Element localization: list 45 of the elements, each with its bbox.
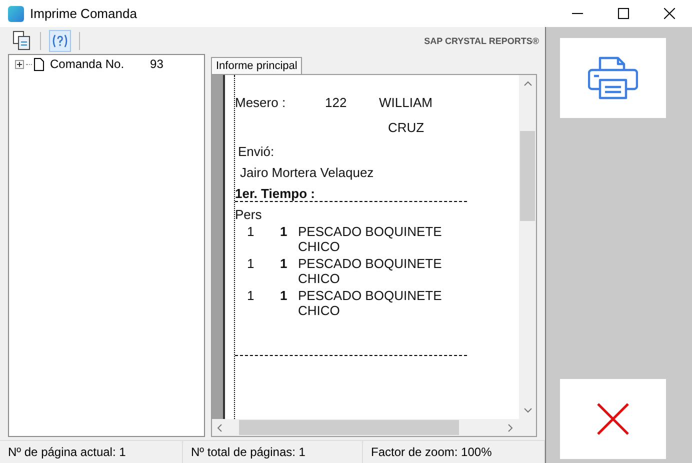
scroll-left-icon <box>217 424 222 432</box>
field-value: Jairo Mortera Velaquez <box>240 165 374 180</box>
field-label: Envió: <box>238 144 274 159</box>
field-label: Mesero : <box>235 95 287 110</box>
tree-item-value: 93 <box>150 57 164 71</box>
app-icon <box>8 6 24 22</box>
column-label: Pers <box>235 207 262 222</box>
plus-icon <box>16 60 23 68</box>
scroll-right-icon <box>508 424 513 432</box>
item-pers: 1 <box>247 288 256 305</box>
status-text: Nº total de páginas: 1 <box>183 441 364 463</box>
item-description: PESCADO BOQUINETE CHICO <box>298 256 443 286</box>
help-button[interactable] <box>49 30 71 52</box>
item-quantity: 1 <box>280 224 288 241</box>
item-description: PESCADO BOQUINETE CHICO <box>298 288 443 318</box>
scroll-thumb[interactable] <box>239 420 459 435</box>
item-pers: 1 <box>247 224 256 241</box>
item-pers: 1 <box>247 256 256 273</box>
section-heading: 1er. Tiempo : <box>235 186 315 201</box>
field-value: 122 <box>325 95 348 110</box>
status-text: Factor de zoom: 100% <box>363 441 546 463</box>
cancel-button[interactable] <box>560 379 666 459</box>
brand-label: SAP CRYSTAL REPORTS® <box>424 36 539 46</box>
close-icon <box>597 403 629 435</box>
tree-item-label[interactable]: Comanda No. <box>50 57 124 71</box>
close-icon <box>664 8 674 19</box>
scroll-down-icon <box>524 408 532 413</box>
maximize-icon <box>618 8 628 19</box>
document-icon <box>34 58 44 70</box>
status-text: Nº de página actual: 1 <box>0 441 183 463</box>
window-title: Imprime Comanda <box>30 6 138 21</box>
print-button[interactable] <box>560 38 666 118</box>
report-tab[interactable]: Informe principal <box>211 57 302 74</box>
item-quantity: 1 <box>280 256 288 273</box>
export-button[interactable] <box>10 30 32 52</box>
field-value: WILLIAM <box>379 95 432 110</box>
field-value: CRUZ <box>388 120 424 135</box>
printer-icon <box>588 56 638 100</box>
item-description: PESCADO BOQUINETE CHICO <box>298 224 443 254</box>
scroll-up-icon <box>524 81 532 86</box>
expand-toggle[interactable] <box>15 60 24 68</box>
scroll-thumb[interactable] <box>520 131 535 221</box>
documents-icon <box>12 31 30 50</box>
help-icon <box>51 34 69 48</box>
item-quantity: 1 <box>280 288 288 305</box>
